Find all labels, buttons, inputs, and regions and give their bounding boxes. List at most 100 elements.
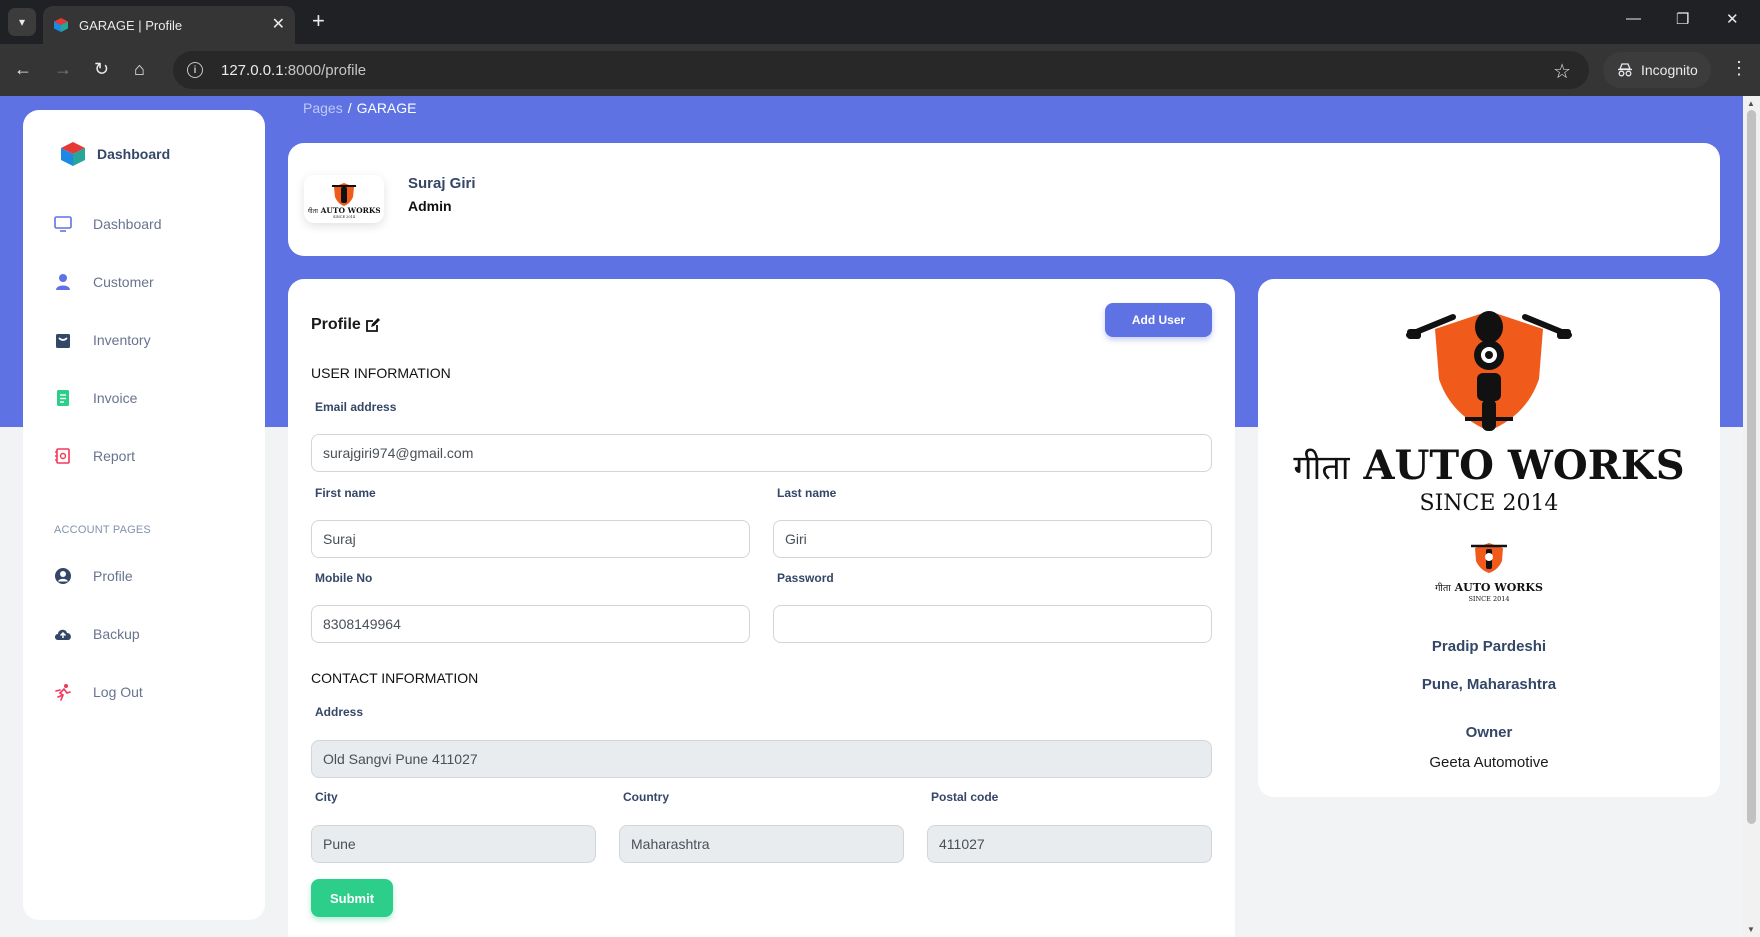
scroll-down-icon[interactable]: ▼ bbox=[1747, 925, 1755, 934]
sidebar-item-backup[interactable]: Backup bbox=[53, 618, 140, 650]
owner-name: Pradip Pardeshi bbox=[1431, 638, 1547, 655]
sidebar-item-label: Invoice bbox=[93, 390, 138, 406]
edit-icon[interactable] bbox=[365, 317, 381, 333]
sidebar-item-dashboard[interactable]: Dashboard bbox=[53, 208, 162, 240]
garage-logo-icon bbox=[61, 142, 85, 166]
running-man-icon bbox=[53, 682, 73, 702]
incognito-icon bbox=[1618, 63, 1632, 77]
auto-works-logo-small: गीता AUTO WORKS SINCE 2014 bbox=[308, 183, 380, 219]
svg-text:गीता AUTO WORKS: गीता AUTO WORKS bbox=[1435, 581, 1543, 594]
browser-toolbar: ← → ↻ ⌂ i 127.0.0.1:8000/profile ☆ Incog… bbox=[0, 44, 1760, 96]
city-field[interactable] bbox=[311, 825, 596, 863]
browser-tab-bar: ▾ GARAGE | Profile ✕ + — ❐ ✕ bbox=[0, 0, 1760, 44]
sidebar-item-label: Dashboard bbox=[93, 216, 162, 232]
home-icon[interactable]: ⌂ bbox=[134, 58, 145, 80]
brand-text: Dashboard bbox=[97, 146, 171, 162]
scroll-thumb[interactable] bbox=[1747, 110, 1756, 824]
profile-title-text: Profile bbox=[311, 316, 361, 333]
mobile-field[interactable] bbox=[311, 605, 750, 643]
sidebar-item-inventory[interactable]: Inventory bbox=[53, 324, 151, 356]
address-field[interactable] bbox=[311, 740, 1212, 778]
page-viewport: Dashboard Dashboard Customer Inventory I… bbox=[0, 96, 1743, 937]
garage-info-card: गीता AUTO WORKS SINCE 2014 गीता AUTO WOR… bbox=[1258, 279, 1720, 797]
breadcrumb-current: GARAGE bbox=[356, 100, 417, 116]
box-icon bbox=[53, 330, 73, 350]
incognito-label: Incognito bbox=[1641, 62, 1698, 78]
postal-code-field[interactable] bbox=[927, 825, 1212, 863]
address-label: Address bbox=[315, 705, 364, 719]
brand[interactable]: Dashboard bbox=[59, 140, 170, 168]
reload-icon[interactable]: ↻ bbox=[94, 58, 109, 80]
url-text: 127.0.0.1:8000/profile bbox=[221, 61, 367, 79]
tab-title: GARAGE | Profile bbox=[79, 17, 183, 33]
sidebar-item-profile[interactable]: Profile bbox=[53, 560, 133, 592]
country-field[interactable] bbox=[619, 825, 904, 863]
browser-tab[interactable]: GARAGE | Profile ✕ bbox=[43, 6, 295, 44]
tab-search-button[interactable]: ▾ bbox=[8, 8, 36, 36]
user-circle-icon bbox=[53, 566, 73, 586]
avatar: गीता AUTO WORKS SINCE 2014 bbox=[304, 175, 384, 223]
incognito-badge[interactable]: Incognito bbox=[1603, 52, 1711, 88]
logo-title-text: गीता AUTO WORKS bbox=[1293, 442, 1685, 489]
profile-role: Admin bbox=[408, 198, 452, 214]
tab-close-icon[interactable]: ✕ bbox=[272, 17, 285, 33]
add-user-button[interactable]: Add User bbox=[1105, 303, 1212, 337]
report-icon bbox=[53, 446, 73, 466]
scroll-up-icon[interactable]: ▲ bbox=[1747, 99, 1755, 108]
sidebar-item-report[interactable]: Report bbox=[53, 440, 135, 472]
bookmark-star-icon[interactable]: ☆ bbox=[1553, 59, 1571, 84]
window-close-icon[interactable]: ✕ bbox=[1726, 10, 1739, 28]
user-icon bbox=[53, 272, 73, 292]
monitor-icon bbox=[53, 214, 73, 234]
new-tab-icon[interactable]: + bbox=[312, 9, 325, 33]
email-field[interactable] bbox=[311, 434, 1212, 472]
document-icon bbox=[53, 388, 73, 408]
garage-favicon-icon bbox=[54, 18, 68, 32]
user-information-heading: USER INFORMATION bbox=[311, 365, 451, 381]
company-name: Geeta Automotive bbox=[1429, 754, 1549, 771]
contact-information-heading: CONTACT INFORMATION bbox=[311, 670, 479, 686]
breadcrumb-parent[interactable]: Pages bbox=[303, 100, 343, 116]
sidebar-item-label: Profile bbox=[93, 568, 133, 584]
password-label: Password bbox=[777, 571, 834, 585]
restore-icon[interactable]: ❐ bbox=[1676, 10, 1689, 28]
sidebar: Dashboard Dashboard Customer Inventory I… bbox=[23, 110, 265, 920]
postal-code-label: Postal code bbox=[931, 790, 999, 804]
profile-header-card: गीता AUTO WORKS SINCE 2014 Suraj Giri Ad… bbox=[288, 143, 1720, 256]
profile-form-title: Profile bbox=[311, 316, 381, 334]
owner-role: Owner bbox=[1465, 724, 1513, 741]
logo-since-text: SINCE 2014 bbox=[1419, 491, 1559, 516]
address-bar[interactable]: i 127.0.0.1:8000/profile ☆ bbox=[173, 51, 1589, 89]
svg-text:SINCE 2014: SINCE 2014 bbox=[1468, 595, 1509, 603]
page-scrollbar[interactable]: ▲ ▼ bbox=[1743, 96, 1760, 937]
last-name-label: Last name bbox=[777, 486, 837, 500]
back-icon[interactable]: ← bbox=[14, 58, 32, 80]
motorcycle-shield-logo bbox=[1406, 311, 1572, 431]
last-name-field[interactable] bbox=[773, 520, 1212, 558]
site-info-icon[interactable]: i bbox=[187, 62, 203, 78]
city-label: City bbox=[315, 790, 338, 804]
cloud-upload-icon bbox=[53, 624, 73, 644]
auto-works-logo-small-2: गीता AUTO WORKS SINCE 2014 bbox=[1435, 543, 1543, 603]
profile-name: Suraj Giri bbox=[408, 175, 476, 192]
password-field[interactable] bbox=[773, 605, 1212, 643]
submit-button[interactable]: Submit bbox=[311, 879, 393, 917]
sidebar-item-invoice[interactable]: Invoice bbox=[53, 382, 137, 414]
sidebar-item-label: Inventory bbox=[93, 332, 151, 348]
sidebar-item-customer[interactable]: Customer bbox=[53, 266, 154, 298]
breadcrumb: Pages / GARAGE bbox=[303, 100, 417, 116]
profile-form-card: Profile Add User USER INFORMATION Email … bbox=[288, 279, 1235, 937]
breadcrumb-separator: / bbox=[347, 100, 352, 116]
sidebar-item-logout[interactable]: Log Out bbox=[53, 676, 143, 708]
minimize-icon[interactable]: — bbox=[1626, 10, 1641, 27]
forward-icon[interactable]: → bbox=[54, 58, 72, 80]
email-label: Email address bbox=[315, 400, 397, 414]
sidebar-item-label: Log Out bbox=[93, 684, 143, 700]
first-name-field[interactable] bbox=[311, 520, 750, 558]
svg-text:SINCE 2014: SINCE 2014 bbox=[333, 215, 356, 219]
account-pages-heading: ACCOUNT PAGES bbox=[54, 524, 151, 536]
svg-text:गीता AUTO WORKS: गीता AUTO WORKS bbox=[308, 206, 380, 215]
country-label: Country bbox=[623, 790, 669, 804]
menu-kebab-icon[interactable]: ⋮ bbox=[1730, 58, 1748, 79]
owner-location: Pune, Maharashtra bbox=[1421, 676, 1557, 693]
